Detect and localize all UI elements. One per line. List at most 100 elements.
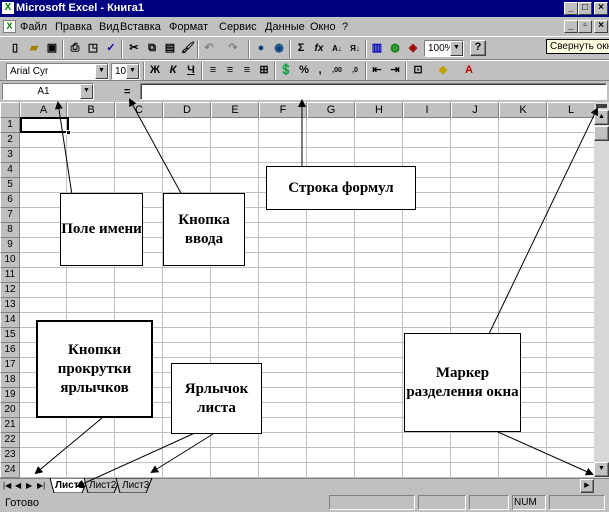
web-toolbar-icon[interactable]: ◉	[270, 40, 288, 57]
column-header[interactable]: A	[20, 102, 67, 118]
redo-icon[interactable]: ↷	[224, 40, 242, 57]
new-icon[interactable]: ▯	[6, 40, 24, 57]
save-icon[interactable]: ▣	[43, 40, 61, 57]
menu-view[interactable]: Вид	[99, 21, 119, 33]
column-header[interactable]: I	[403, 102, 451, 118]
row-header[interactable]: 5	[0, 178, 20, 193]
bold-button[interactable]: Ж	[146, 62, 164, 79]
minimize-icon[interactable]: _	[564, 2, 578, 15]
doc-restore-icon[interactable]: ▫	[578, 20, 592, 33]
menu-insert[interactable]: Вставка	[120, 21, 161, 33]
menu-tools[interactable]: Сервис	[219, 21, 257, 33]
copy-icon[interactable]: ⧉	[143, 40, 161, 57]
row-header[interactable]: 19	[0, 388, 20, 403]
currency-icon[interactable]: 💲	[277, 62, 295, 79]
column-header[interactable]: K	[499, 102, 547, 118]
row-header[interactable]: 1	[0, 118, 20, 133]
increase-decimal-icon[interactable]: ,00	[328, 62, 346, 79]
menu-help[interactable]: ?	[342, 21, 348, 33]
prev-sheet-icon[interactable]: ◀	[15, 481, 21, 490]
last-sheet-icon[interactable]: ▶|	[37, 481, 45, 490]
row-header[interactable]: 16	[0, 343, 20, 358]
print-preview-icon[interactable]: ◳	[84, 40, 102, 57]
chevron-down-icon[interactable]: ▼	[95, 64, 108, 79]
column-header[interactable]: J	[451, 102, 499, 118]
row-header[interactable]: 18	[0, 373, 20, 388]
decrease-indent-icon[interactable]: ⇤	[368, 62, 386, 79]
row-header[interactable]: 11	[0, 268, 20, 283]
scroll-down-icon[interactable]: ▼	[594, 462, 609, 477]
close-icon[interactable]: ×	[594, 2, 608, 15]
document-icon[interactable]: X	[3, 20, 16, 33]
row-header[interactable]: 7	[0, 208, 20, 223]
hyperlink-icon[interactable]: ●	[252, 40, 270, 57]
function-icon[interactable]: fx	[310, 40, 328, 57]
italic-button[interactable]: К	[164, 62, 182, 79]
drawing-icon[interactable]: ◈	[404, 40, 422, 57]
column-header[interactable]: B	[67, 102, 115, 118]
doc-minimize-icon[interactable]: _	[564, 20, 578, 33]
next-sheet-icon[interactable]: ▶	[26, 481, 32, 490]
chart-wizard-icon[interactable]: ▥	[368, 40, 386, 57]
row-header[interactable]: 24	[0, 463, 20, 478]
sheet-tab-3[interactable]: Лист3	[122, 480, 149, 491]
menu-format[interactable]: Формат	[169, 21, 208, 33]
align-center-icon[interactable]: ≡	[221, 62, 239, 79]
row-header[interactable]: 8	[0, 223, 20, 238]
borders-icon[interactable]: ⊡	[409, 62, 427, 79]
format-painter-icon[interactable]: 🖌	[179, 40, 197, 57]
vertical-scrollbar[interactable]: ▲ ▼	[594, 102, 609, 478]
sort-descending-icon[interactable]: Я↓	[346, 40, 364, 57]
chevron-down-icon[interactable]: ▼	[450, 41, 463, 56]
row-header[interactable]: 10	[0, 253, 20, 268]
sheet-tab-1[interactable]: Лист1	[55, 480, 84, 491]
sort-ascending-icon[interactable]: A↓	[328, 40, 346, 57]
font-select[interactable]: Arial Cyr ▼	[6, 63, 109, 80]
first-sheet-icon[interactable]: |◀	[3, 481, 11, 490]
row-header[interactable]: 9	[0, 238, 20, 253]
select-all-button[interactable]	[0, 102, 20, 118]
chevron-down-icon[interactable]: ▼	[80, 84, 93, 99]
row-header[interactable]: 4	[0, 163, 20, 178]
scroll-up-icon[interactable]: ▲	[594, 110, 609, 125]
row-header[interactable]: 2	[0, 133, 20, 148]
scroll-right-icon[interactable]: ▶	[580, 479, 594, 493]
row-header[interactable]: 23	[0, 448, 20, 463]
column-header[interactable]: D	[163, 102, 211, 118]
sheet-tab-2[interactable]: Лист2	[89, 480, 116, 491]
maximize-icon[interactable]: □	[578, 2, 592, 15]
zoom-select[interactable]: 100% ▼	[424, 40, 464, 57]
column-header[interactable]: C	[115, 102, 163, 118]
increase-indent-icon[interactable]: ⇥	[386, 62, 404, 79]
underline-button[interactable]: Ч	[182, 62, 200, 79]
font-size-select[interactable]: 10 ▼	[111, 63, 140, 80]
decrease-decimal-icon[interactable]: ,0	[346, 62, 364, 79]
help-icon[interactable]: ?	[470, 40, 486, 56]
row-header[interactable]: 14	[0, 313, 20, 328]
doc-close-icon[interactable]: ×	[594, 20, 608, 33]
chevron-down-icon[interactable]: ▼	[126, 64, 139, 79]
row-header[interactable]: 6	[0, 193, 20, 208]
scroll-thumb[interactable]	[594, 126, 609, 141]
formula-input[interactable]	[140, 83, 607, 100]
menu-window[interactable]: Окно	[310, 21, 336, 33]
fill-handle[interactable]	[66, 130, 71, 135]
spelling-icon[interactable]: ✓	[102, 40, 120, 57]
comma-button[interactable]: ,	[311, 62, 329, 79]
column-header[interactable]: G	[307, 102, 355, 118]
paste-icon[interactable]: ▤	[161, 40, 179, 57]
autosum-icon[interactable]: Σ	[292, 40, 310, 57]
row-header[interactable]: 21	[0, 418, 20, 433]
align-right-icon[interactable]: ≡	[238, 62, 256, 79]
column-header[interactable]: F	[259, 102, 307, 118]
menu-data[interactable]: Данные	[265, 21, 305, 33]
merge-center-icon[interactable]: ⊞	[255, 62, 273, 79]
open-icon[interactable]: ▰	[25, 40, 43, 57]
enter-button[interactable]: =	[124, 86, 130, 98]
row-header[interactable]: 20	[0, 403, 20, 418]
column-header[interactable]: E	[211, 102, 259, 118]
map-icon[interactable]: ◍	[386, 40, 404, 57]
menu-edit[interactable]: Правка	[55, 21, 92, 33]
menu-file[interactable]: Файл	[20, 21, 47, 33]
row-header[interactable]: 3	[0, 148, 20, 163]
